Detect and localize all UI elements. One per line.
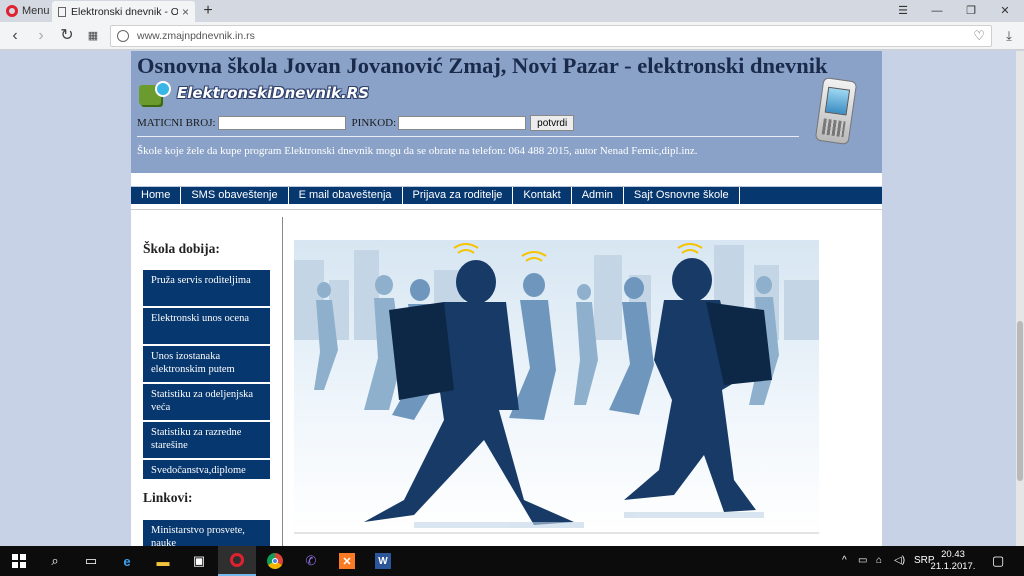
network-icon[interactable]: ⌂ bbox=[876, 546, 882, 576]
site-header: Osnovna škola Jovan Jovanović Zmaj, Novi… bbox=[131, 51, 882, 173]
opera-logo-icon bbox=[6, 5, 18, 17]
windows-start-icon[interactable] bbox=[0, 546, 38, 576]
viber-icon[interactable]: ✆ bbox=[292, 546, 330, 576]
page-container: Osnovna škola Jovan Jovanović Zmaj, Novi… bbox=[131, 51, 882, 546]
minimize-icon[interactable]: — bbox=[920, 0, 954, 22]
task-view-icon[interactable]: ▭ bbox=[72, 546, 110, 576]
maticni-input[interactable] bbox=[217, 116, 346, 130]
menu-label: Menu bbox=[22, 5, 50, 17]
header-divider bbox=[137, 136, 799, 137]
tab-title: Elektronski dnevnik - Osnovna bbox=[71, 5, 178, 18]
menu-divider bbox=[131, 209, 882, 210]
page-scrollbar[interactable] bbox=[1016, 51, 1024, 546]
menu-item-email[interactable]: E mail obaveštenja bbox=[289, 187, 403, 204]
sidebar-link[interactable]: Ministarstvo prosvete, nauke bbox=[143, 520, 270, 546]
windows-taskbar: ⌕ ▭ e ▬ ▣ ✆ ✕ W ^ ▭ ⌂ ◁) SRP 20.43 21.1.… bbox=[0, 546, 1024, 576]
back-icon[interactable]: ‹ bbox=[4, 25, 26, 47]
close-window-icon[interactable]: ✕ bbox=[988, 0, 1022, 22]
hero-shadow bbox=[294, 532, 819, 534]
taskbar-clock[interactable]: 20.43 21.1.2017. bbox=[930, 549, 976, 573]
logo-text: ElektronskiDnevnik.RS bbox=[177, 84, 370, 102]
xampp-icon[interactable]: ✕ bbox=[328, 546, 366, 576]
search-icon[interactable]: ⌕ bbox=[36, 546, 74, 576]
tab-close-icon[interactable]: × bbox=[182, 5, 189, 19]
browser-tab-bar: Menu Elektronski dnevnik - Osnovna × + ☰… bbox=[0, 0, 1024, 22]
store-icon[interactable]: ▣ bbox=[180, 546, 218, 576]
sidebar-separator bbox=[282, 217, 283, 546]
word-icon[interactable]: W bbox=[364, 546, 402, 576]
notification-icon[interactable]: ▢ bbox=[992, 546, 1004, 576]
download-icon[interactable]: ⤓ bbox=[998, 25, 1020, 47]
menu-item-prijava[interactable]: Prijava za roditelje bbox=[403, 187, 514, 204]
battery-icon[interactable]: ▭ bbox=[858, 546, 867, 576]
edge-icon[interactable]: e bbox=[108, 546, 146, 576]
reload-icon[interactable]: ↻ bbox=[56, 25, 78, 47]
page-icon bbox=[58, 6, 66, 17]
sidebar-list: Pruža servis roditeljima Elektronski uno… bbox=[143, 270, 270, 481]
restore-icon[interactable]: ❐ bbox=[954, 0, 988, 22]
volume-icon[interactable]: ◁) bbox=[894, 546, 905, 576]
main-menu: Home SMS obaveštenje E mail obaveštenja … bbox=[131, 186, 882, 204]
clock-time: 20.43 bbox=[941, 549, 965, 560]
pinkod-input[interactable] bbox=[398, 116, 527, 130]
site-title: Osnovna škola Jovan Jovanović Zmaj, Novi… bbox=[137, 53, 828, 78]
submit-button[interactable]: potvrdi bbox=[530, 115, 575, 131]
file-explorer-icon[interactable]: ▬ bbox=[144, 546, 182, 576]
sidebar-item[interactable]: Elektronski unos ocena bbox=[143, 308, 270, 344]
hero-image bbox=[294, 240, 819, 531]
opera-menu-button[interactable]: Menu bbox=[0, 0, 52, 22]
sidebar-item[interactable]: Statistiku za razredne starešine bbox=[143, 422, 270, 458]
bookmark-heart-icon[interactable]: ♡ bbox=[973, 26, 985, 46]
opera-taskbar-icon[interactable] bbox=[218, 546, 256, 576]
tab-active[interactable]: Elektronski dnevnik - Osnovna × bbox=[52, 1, 195, 22]
menu-item-home[interactable]: Home bbox=[131, 187, 182, 204]
sidebar-heading-links: Linkovi: bbox=[143, 490, 193, 505]
site-logo[interactable]: ElektronskiDnevnik.RS bbox=[139, 79, 369, 107]
tray-chevron-icon[interactable]: ^ bbox=[842, 546, 847, 576]
pda-device-icon bbox=[814, 75, 858, 146]
chrome-icon[interactable] bbox=[256, 546, 294, 576]
url-text: www.zmajnpdnevnik.in.rs bbox=[137, 30, 255, 42]
menu-item-sms[interactable]: SMS obaveštenje bbox=[181, 187, 289, 204]
sidebar-item[interactable]: Pruža servis roditeljima bbox=[143, 270, 270, 306]
maticni-label: MATICNI BROJ: bbox=[137, 117, 216, 129]
sidebar-item[interactable]: Statistiku za odeljenjska veća bbox=[143, 384, 270, 420]
address-bar[interactable]: www.zmajnpdnevnik.in.rs ♡ bbox=[110, 25, 992, 47]
clock-date: 21.1.2017. bbox=[930, 561, 976, 572]
sidebar-heading-school: Škola dobija: bbox=[143, 241, 220, 256]
menu-item-admin[interactable]: Admin bbox=[572, 187, 624, 204]
scrollbar-thumb[interactable] bbox=[1017, 321, 1023, 481]
speed-dial-icon[interactable]: ▦ bbox=[82, 25, 104, 47]
tab-menu-icon[interactable]: ☰ bbox=[886, 0, 920, 22]
page-viewport: Osnovna škola Jovan Jovanović Zmaj, Novi… bbox=[0, 51, 1024, 546]
pinkod-label: PINKOD: bbox=[351, 117, 397, 129]
globe-icon bbox=[117, 30, 129, 42]
sidebar-item[interactable]: Unos izostanaka elektronskim putem bbox=[143, 346, 270, 382]
forward-icon[interactable]: › bbox=[30, 25, 52, 47]
sidebar-links: Ministarstvo prosvete, nauke bbox=[143, 520, 270, 546]
new-tab-button[interactable]: + bbox=[198, 0, 218, 22]
logo-book-bird-icon bbox=[139, 79, 173, 107]
menu-item-sajt[interactable]: Sajt Osnovne škole bbox=[624, 187, 740, 204]
sidebar-item[interactable]: Svedočanstva,diplome bbox=[143, 460, 270, 479]
browser-nav-bar: ‹ › ↻ ▦ www.zmajnpdnevnik.in.rs ♡ ⤓ bbox=[0, 22, 1024, 50]
info-text: Škole koje žele da kupe program Elektron… bbox=[137, 145, 698, 157]
menu-item-kontakt[interactable]: Kontakt bbox=[513, 187, 572, 204]
login-form: MATICNI BROJ: PINKOD: potvrdi bbox=[137, 115, 575, 131]
